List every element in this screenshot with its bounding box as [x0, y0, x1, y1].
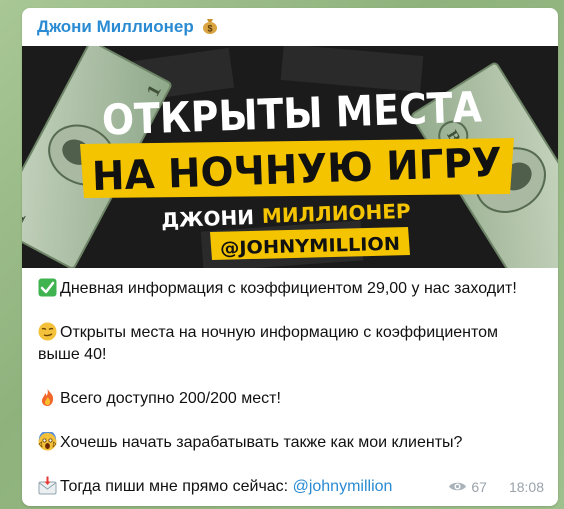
smirk-face-icon: [38, 322, 57, 341]
message-line-4: Хочешь начать зарабатывать также как мои…: [38, 432, 550, 454]
banner-brand-1: ДЖОНИ: [161, 205, 255, 232]
screaming-face-icon: [38, 432, 57, 451]
message-meta: 67 18:08: [448, 479, 544, 495]
message-line-2b: выше 40!: [38, 346, 107, 363]
message-line-1: Дневная информация с коэффициентом 29,00…: [38, 278, 550, 300]
view-count: 67: [471, 479, 487, 495]
incoming-envelope-icon: [38, 476, 57, 495]
handle-link[interactable]: @johnymillion: [293, 478, 393, 495]
fire-icon: [41, 389, 54, 406]
message-bubble[interactable]: Джони Миллионер $ 1 1 B ОТКРЫТЫ МЕСТА НА…: [22, 8, 558, 506]
message-time: 18:08: [508, 479, 544, 495]
message-text: Дневная информация с коэффициентом 29,00…: [38, 278, 550, 498]
message-line-3: Всего доступно 200/200 мест!: [38, 388, 550, 410]
sender-name-label: Джони Миллионер: [37, 17, 194, 36]
sender-name[interactable]: Джони Миллионер $: [37, 17, 218, 37]
message-line-2: Открыты места на ночную информацию с коэ…: [38, 322, 550, 344]
green-check-icon: [38, 278, 57, 297]
promo-banner-image[interactable]: 1 1 B 1 ОТКРЫТЫ МЕСТА НА НОЧНУЮ ИГРУ ДЖО…: [22, 46, 558, 268]
svg-text:$: $: [208, 24, 213, 34]
eye-icon: [449, 482, 467, 491]
money-bag-icon: $: [203, 19, 218, 34]
